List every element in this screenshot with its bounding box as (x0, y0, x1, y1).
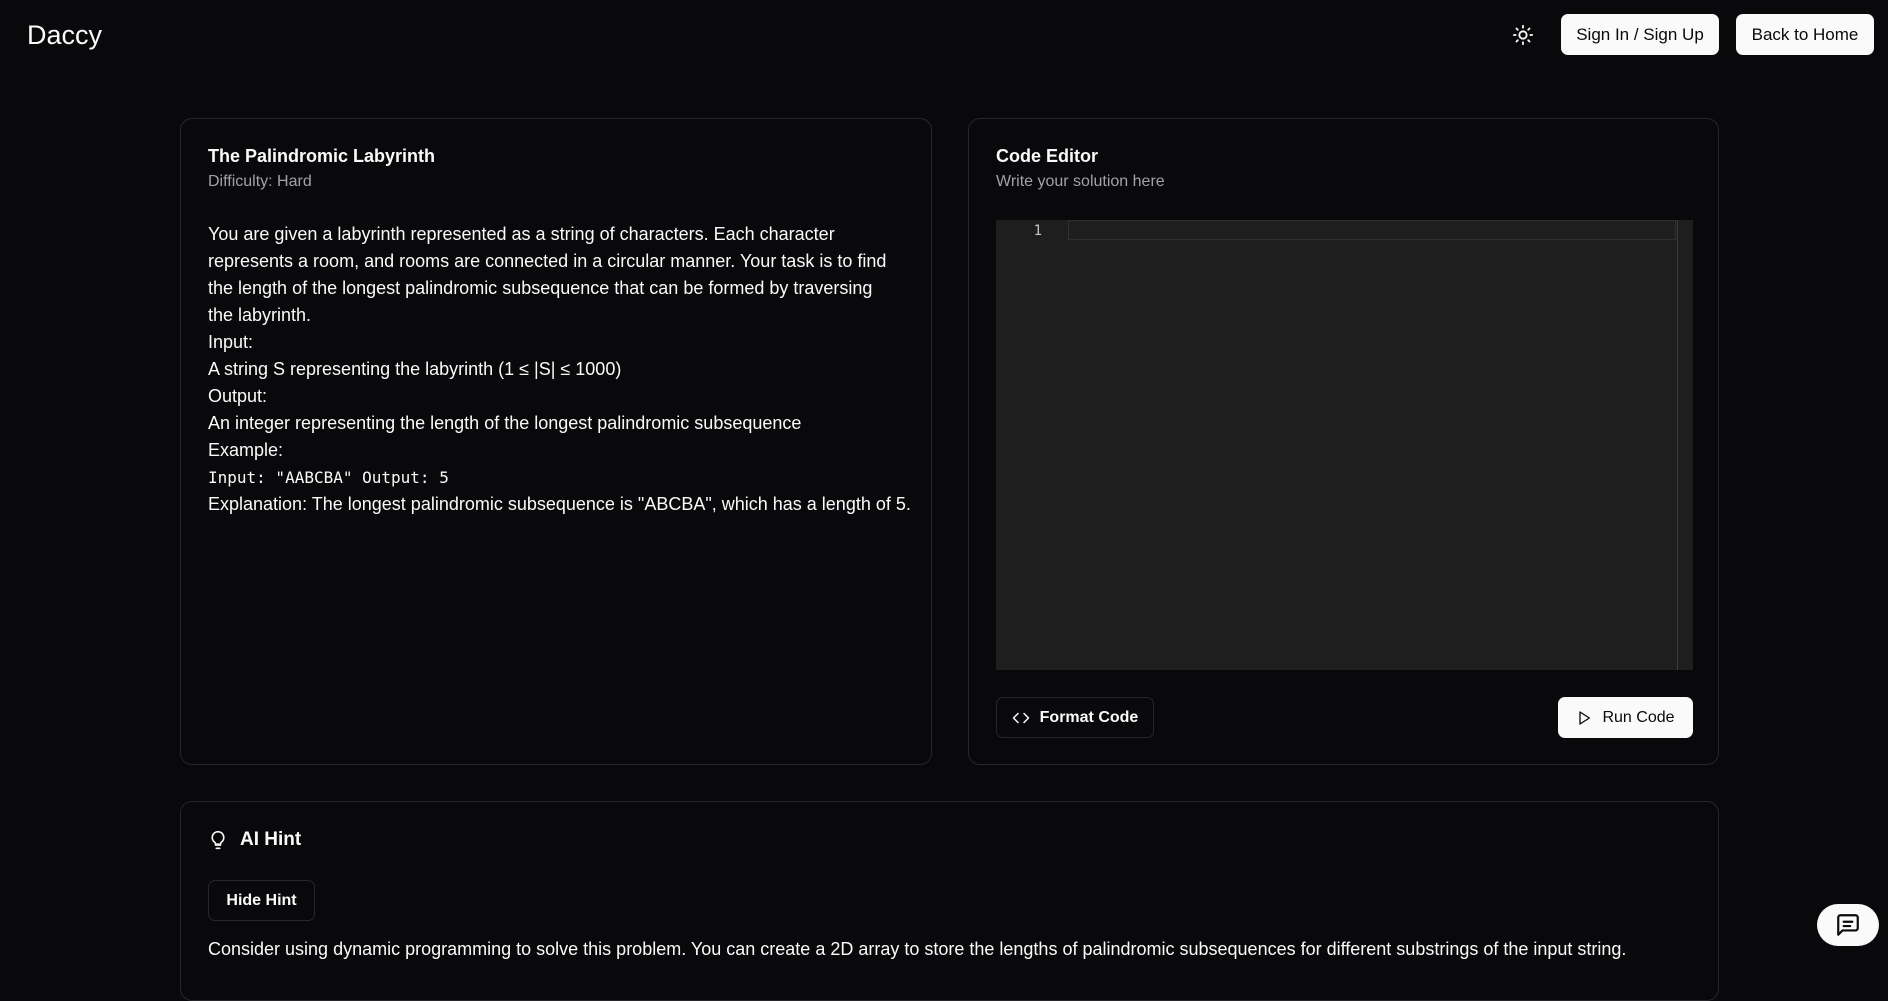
description-line: the labyrinth. (208, 305, 312, 325)
input-heading: Input: (208, 332, 254, 352)
editor-subtitle: Write your solution here (996, 173, 1165, 190)
run-code-label: Run Code (1602, 708, 1675, 726)
editor-scrollbar[interactable] (1677, 220, 1693, 670)
top-nav: Daccy Sign In / Sign Up Back to Home (0, 0, 1888, 70)
theme-toggle-button[interactable] (1505, 20, 1541, 50)
format-code-label: Format Code (1039, 708, 1139, 726)
output-heading: Output: (208, 386, 268, 406)
line-gutter: 1 (996, 220, 1068, 670)
code-icon (1012, 712, 1029, 723)
input-description: A string S representing the labyrinth (1… (208, 359, 622, 379)
ai-hint-card: AI Hint Hide Hint Consider using dynamic… (180, 801, 1719, 1001)
difficulty-label: Difficulty: Hard (208, 173, 312, 190)
hint-header: AI Hint (208, 829, 301, 851)
editor-title: Code Editor (996, 146, 1098, 166)
format-code-button[interactable]: Format Code (996, 697, 1154, 738)
description-line: represents a room, and rooms are connect… (208, 251, 887, 271)
logo[interactable]: Daccy (27, 20, 102, 51)
example-explanation: Explanation: The longest palindromic sub… (208, 494, 911, 514)
description-line: You are given a labyrinth represented as… (208, 224, 835, 244)
back-to-home-button[interactable]: Back to Home (1736, 14, 1874, 55)
problem-description: You are given a labyrinth represented as… (208, 221, 918, 518)
hint-title: AI Hint (240, 829, 302, 850)
lightbulb-icon (211, 830, 225, 850)
run-code-button[interactable]: Run Code (1558, 697, 1693, 738)
sun-icon (1512, 24, 1534, 46)
description-line: the length of the longest palindromic su… (208, 278, 873, 298)
line-number: 1 (1033, 223, 1042, 239)
example-heading: Example: (208, 440, 284, 460)
hide-hint-button[interactable]: Hide Hint (208, 880, 315, 921)
example-code: Input: "AABCBA" Output: 5 (208, 468, 449, 487)
play-icon (1579, 710, 1591, 725)
problem-card: The Palindromic Labyrinth Difficulty: Ha… (180, 118, 932, 765)
current-line-highlight (1068, 220, 1676, 240)
chat-icon (1837, 914, 1859, 936)
chat-button[interactable] (1817, 904, 1879, 946)
sign-in-button[interactable]: Sign In / Sign Up (1561, 14, 1719, 55)
editor-card: Code Editor Write your solution here 1 F… (968, 118, 1719, 765)
problem-title: The Palindromic Labyrinth (208, 146, 436, 166)
code-editor[interactable]: 1 (996, 220, 1693, 670)
hint-text: Consider using dynamic programming to so… (208, 939, 1627, 959)
output-description: An integer representing the length of th… (208, 413, 802, 433)
